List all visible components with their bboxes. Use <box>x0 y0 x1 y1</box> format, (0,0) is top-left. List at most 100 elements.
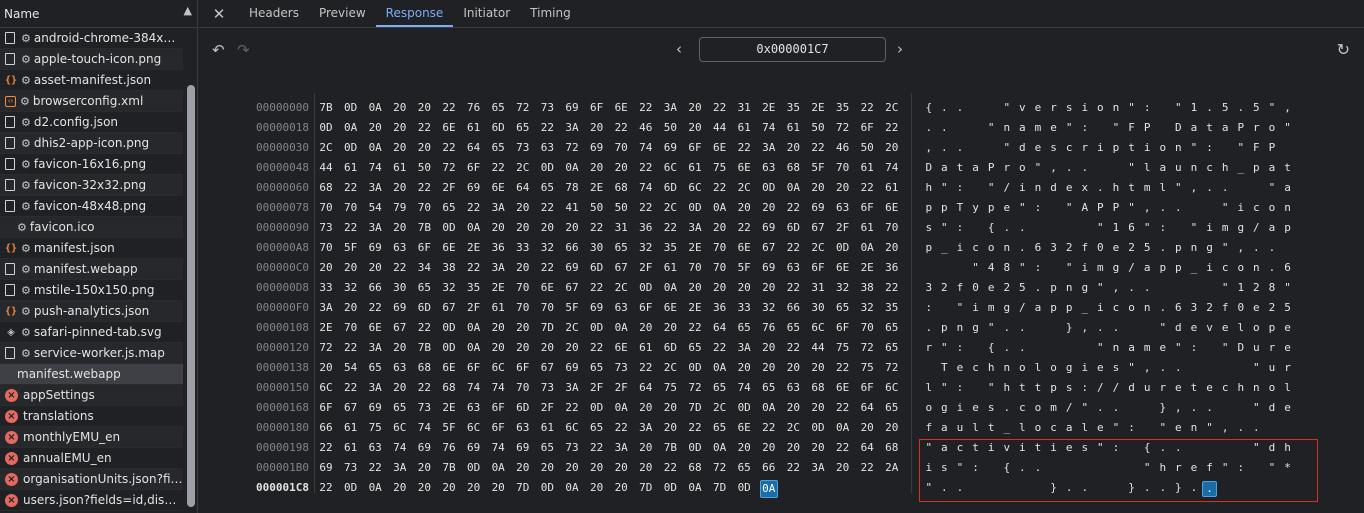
hex-byte[interactable]: 20 <box>366 258 384 278</box>
hex-byte[interactable]: 6C <box>686 178 704 198</box>
hex-byte[interactable]: 2E <box>489 278 507 298</box>
ascii-char[interactable] <box>1233 178 1249 198</box>
ascii-char[interactable]: : <box>1108 438 1124 458</box>
ascii-char[interactable]: n <box>1139 298 1155 318</box>
hex-byte[interactable]: 61 <box>637 338 655 358</box>
hex-byte[interactable]: 69 <box>563 98 581 118</box>
hex-byte[interactable]: 70 <box>858 318 876 338</box>
ascii-char[interactable]: F <box>1124 118 1140 138</box>
ascii-char[interactable]: . <box>1202 98 1218 118</box>
ascii-char[interactable]: P <box>983 158 999 178</box>
hex-byte[interactable]: 79 <box>391 198 409 218</box>
ascii-char[interactable] <box>937 298 953 318</box>
ascii-char[interactable]: p <box>937 198 953 218</box>
hex-byte[interactable]: 22 <box>538 118 556 138</box>
ascii-char[interactable] <box>1249 458 1265 478</box>
hex-byte[interactable]: 0A <box>465 318 483 338</box>
ascii-char[interactable] <box>1108 458 1124 478</box>
ascii-char[interactable]: 0 <box>1233 298 1249 318</box>
hex-byte[interactable]: 0A <box>342 118 360 138</box>
hex-byte[interactable]: 20 <box>784 138 802 158</box>
ascii-char[interactable]: o <box>1015 358 1031 378</box>
ascii-char[interactable]: i <box>952 238 968 258</box>
hex-byte[interactable]: 61 <box>784 118 802 138</box>
ascii-char[interactable] <box>1077 338 1093 358</box>
hex-byte[interactable]: 20 <box>612 478 630 498</box>
hex-byte[interactable]: 22 <box>563 398 581 418</box>
ascii-char[interactable]: n <box>999 238 1015 258</box>
hex-byte[interactable]: 0A <box>612 318 630 338</box>
ascii-char[interactable] <box>1217 358 1233 378</box>
ascii-char[interactable]: e <box>952 358 968 378</box>
ascii-char[interactable]: f <box>1077 238 1093 258</box>
request-row[interactable]: ⚙ android-chrome-384x384... <box>0 28 183 49</box>
hex-byte[interactable]: 20 <box>440 478 458 498</box>
hex-byte[interactable]: 22 <box>440 98 458 118</box>
hex-byte[interactable]: 22 <box>735 218 753 238</box>
ascii-char[interactable]: t <box>1030 378 1046 398</box>
hex-byte[interactable]: 73 <box>538 98 556 118</box>
hex-byte[interactable]: 3A <box>735 338 753 358</box>
ascii-char[interactable]: o <box>1155 138 1171 158</box>
hex-byte[interactable]: 63 <box>834 198 852 218</box>
hex-byte[interactable]: 35 <box>883 298 901 318</box>
hex-byte[interactable]: 2F <box>588 378 606 398</box>
hex-byte[interactable]: 70 <box>342 318 360 338</box>
hex-byte[interactable]: 2E <box>588 178 606 198</box>
hex-byte[interactable]: 22 <box>661 218 679 238</box>
redo-icon[interactable]: ↷ <box>237 41 250 59</box>
request-row[interactable]: ⚙ favicon-32x32.png <box>0 175 183 196</box>
hex-byte[interactable]: 65 <box>391 398 409 418</box>
ascii-char[interactable] <box>1139 318 1155 338</box>
ascii-char[interactable]: r <box>1249 118 1265 138</box>
hex-byte[interactable]: 0D <box>834 238 852 258</box>
hex-byte[interactable]: 70 <box>834 158 852 178</box>
ascii-char[interactable]: n <box>1108 98 1124 118</box>
ascii-char[interactable]: . <box>1015 458 1031 478</box>
ascii-char[interactable]: D <box>1171 118 1187 138</box>
hex-byte[interactable]: 69 <box>760 258 778 278</box>
ascii-char[interactable]: " <box>1108 418 1124 438</box>
hex-byte[interactable]: 73 <box>538 378 556 398</box>
ascii-char[interactable]: 2 <box>1202 298 1218 318</box>
hex-byte[interactable]: 73 <box>563 438 581 458</box>
ascii-char[interactable]: . <box>1202 178 1218 198</box>
ascii-char[interactable]: i <box>1139 138 1155 158</box>
hex-byte[interactable]: 20 <box>391 218 409 238</box>
ascii-char[interactable] <box>1233 398 1249 418</box>
hex-byte[interactable]: 6F <box>637 298 655 318</box>
ascii-char[interactable]: i <box>1233 198 1249 218</box>
hex-byte[interactable]: 22 <box>858 458 876 478</box>
hex-byte[interactable]: 0D <box>686 358 704 378</box>
ascii-char[interactable]: n <box>1061 278 1077 298</box>
ascii-char[interactable]: / <box>1124 258 1140 278</box>
ascii-char[interactable]: p <box>937 318 953 338</box>
ascii-char[interactable] <box>921 258 937 278</box>
hex-byte[interactable]: 67 <box>342 398 360 418</box>
hex-byte[interactable]: 20 <box>834 178 852 198</box>
hex-byte[interactable]: 74 <box>637 178 655 198</box>
hex-byte[interactable]: 74 <box>489 438 507 458</box>
ascii-char[interactable]: , <box>1171 398 1187 418</box>
hex-byte[interactable]: 65 <box>686 338 704 358</box>
ascii-char[interactable]: t <box>1280 158 1296 178</box>
ascii-char[interactable]: . <box>1108 398 1124 418</box>
ascii-char[interactable] <box>968 218 984 238</box>
hex-byte[interactable]: 38 <box>858 278 876 298</box>
ascii-char[interactable]: e <box>1093 358 1109 378</box>
hex-byte[interactable]: 2C <box>735 178 753 198</box>
ascii-char[interactable]: : <box>1124 418 1140 438</box>
hex-byte[interactable]: 36 <box>489 238 507 258</box>
ascii-char[interactable] <box>937 258 953 278</box>
hex-byte[interactable]: 7D <box>637 478 655 498</box>
ascii-char[interactable] <box>1202 278 1218 298</box>
hex-byte[interactable]: 72 <box>563 138 581 158</box>
ascii-char[interactable]: 2 <box>1264 298 1280 318</box>
ascii-char[interactable]: " <box>1249 438 1265 458</box>
ascii-char[interactable]: i <box>1077 258 1093 278</box>
ascii-char[interactable]: } <box>1124 478 1140 498</box>
ascii-char[interactable]: } <box>1061 318 1077 338</box>
ascii-char[interactable]: { <box>921 98 937 118</box>
ascii-char[interactable]: " <box>1124 98 1140 118</box>
ascii-char[interactable]: c <box>968 238 984 258</box>
